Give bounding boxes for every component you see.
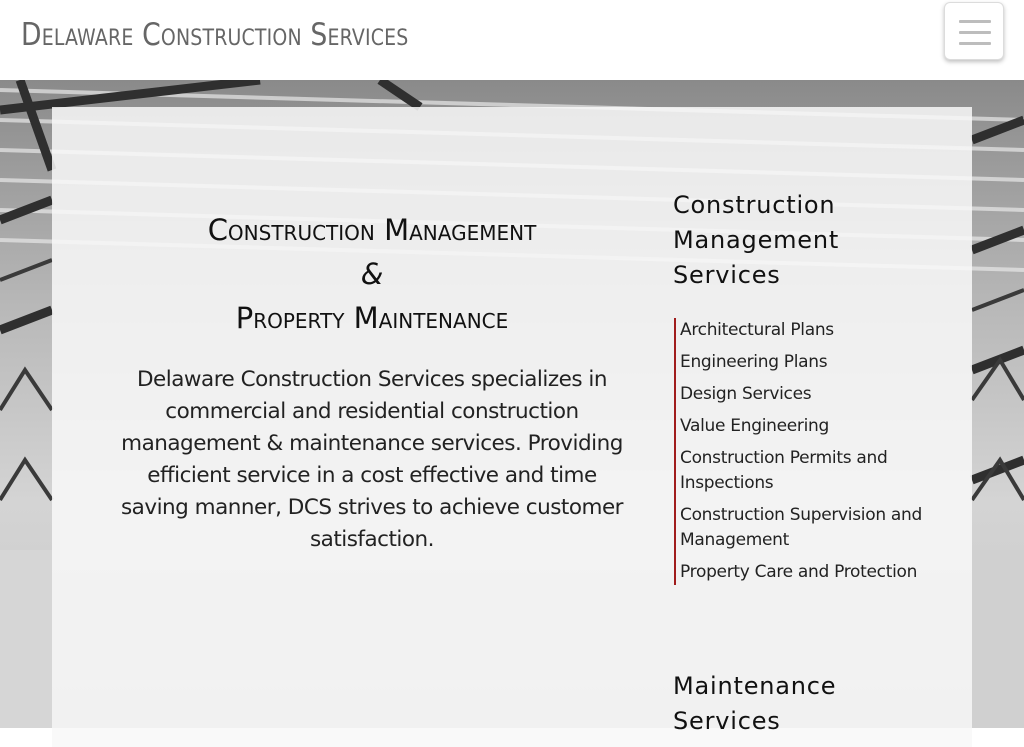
heading-line-construction: Construction Management (207, 213, 537, 247)
construction-services-heading: Construction Management Services (673, 191, 840, 289)
heading-line-maintenance: Property Maintenance (235, 301, 509, 335)
menu-button[interactable] (944, 2, 1004, 60)
intro-paragraph: Delaware Construction Services specializ… (120, 367, 624, 552)
list-item: Design Services (680, 384, 812, 404)
main-heading: Construction Management & Property Maint… (52, 208, 692, 340)
heading-ampersand: & (360, 257, 384, 291)
list-item: Construction Permits and Inspections (680, 448, 888, 493)
list-item: Construction Supervision and Management (680, 505, 922, 550)
list-item: Property Care and Protection (680, 562, 918, 582)
construction-services-list: Architectural Plans Engineering Plans De… (674, 318, 924, 585)
maintenance-services-heading: Maintenance Services (673, 672, 837, 735)
list-item: Value Engineering (680, 416, 829, 436)
site-header: Delaware Construction Services (0, 0, 1024, 80)
list-item: Architectural Plans (680, 320, 834, 340)
list-item: Engineering Plans (680, 352, 828, 372)
site-title[interactable]: Delaware Construction Services (21, 17, 408, 53)
